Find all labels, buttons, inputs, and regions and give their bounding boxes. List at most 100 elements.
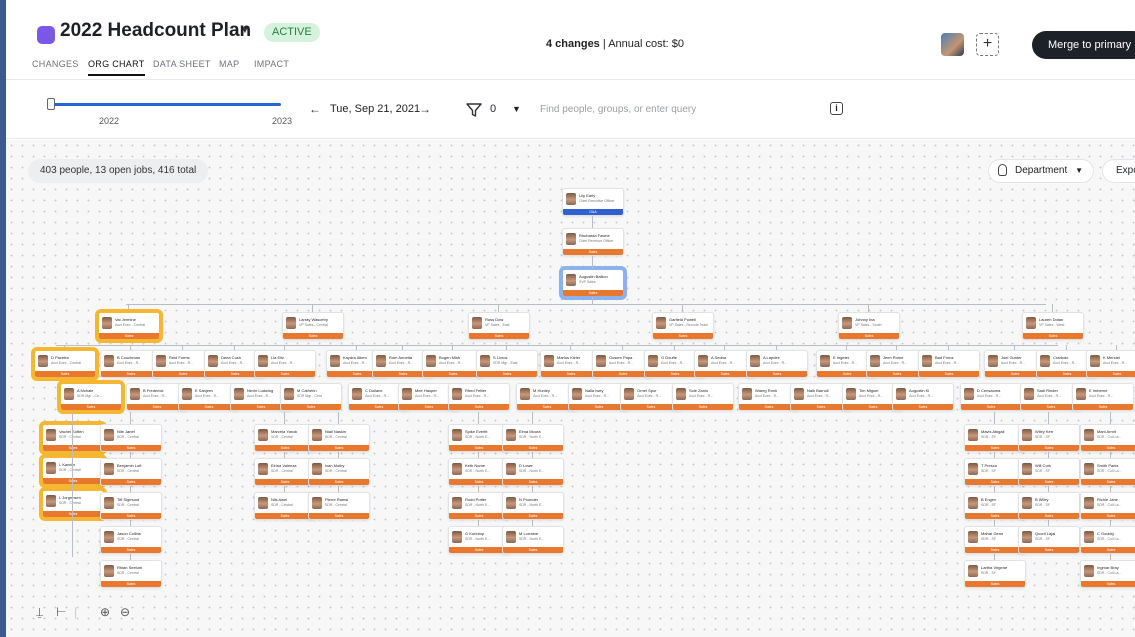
tab-map[interactable]: MAP [219,59,239,69]
person-card[interactable]: Marcela Yanok SDR - Central Sales [254,424,316,452]
person-card[interactable]: Rodd Potter SDR - North E... Sales [448,492,510,520]
person-card[interactable]: Rhian Seelum SDR - Central Sales [100,560,162,588]
person-card[interactable]: Mahar Genn SDR - SF Sales [964,526,1026,554]
person-title: Acct Exec - R... [169,361,194,365]
person-card[interactable]: Smith Parks SDR - Coll La... Sales [1080,458,1135,486]
person-card[interactable]: D Censaoma Acct Exec - R... Sales [960,383,1022,411]
person-card[interactable]: Johnny Ina VP Sales - South Sales [838,312,900,340]
person-card[interactable]: Augustin Ballion SVP Sales Sales [562,269,624,297]
timeline-track[interactable] [53,103,281,106]
person-title: SDR - North E... [465,435,491,439]
person-title: SDR - Central [325,503,347,507]
person-card[interactable]: N Pounder SDR - North E... Sales [502,492,564,520]
person-card[interactable]: Bogen Mish Acct Exec - R... Sales [422,350,484,378]
tab-org-chart[interactable]: ORG CHART [88,59,145,76]
person-card[interactable]: Elrina Valenza SDR - Central Sales [254,458,316,486]
person-name: Rom Annetta [389,355,413,360]
person-card[interactable]: Pierre Ramsi SDR - Central Sales [308,492,370,520]
person-card[interactable]: K Mendel Acct Exec - R... Sales [1086,350,1135,378]
tab-changes[interactable]: CHANGES [32,59,79,69]
person-card[interactable]: Wiley Kerr SDR - SF Sales [1018,424,1080,452]
person-card[interactable]: Val Jermine Acct Exec - Central Sales [98,312,160,340]
app-logo-icon[interactable] [37,26,55,44]
person-card[interactable]: Garfield Powell VP Sales - Remote Team Sal… [652,312,714,340]
person-card[interactable]: T Prescu SDR - SF Sales [964,458,1026,486]
person-photo [208,355,218,367]
export-button[interactable]: Expo [1102,159,1135,183]
person-card[interactable]: Mani Armit SDR - Coll La... Sales [1080,424,1135,452]
collapse-tree-icon[interactable]: ⍊ [36,605,43,620]
person-card[interactable]: Augustin Ki Acct Exec - R... Sales [892,383,954,411]
zoom-out-icon[interactable]: ⊖ [120,605,130,619]
person-card[interactable]: Larray Wascetry VP Sales - Central Sales [282,312,344,340]
person-title: Acct Exec - R... [465,394,490,398]
person-card[interactable]: Elma Moura SDR - North E... Sales [502,424,564,452]
department-bar: Sales [43,511,103,517]
person-card[interactable]: Nils Awel SDR - Central Sales [254,492,316,520]
person-card[interactable]: L KandorSDR - CentralSales [42,457,104,485]
info-icon[interactable]: i [830,102,843,115]
person-card[interactable]: Lartha Virgene SDR - SF Sales [964,560,1026,588]
title-dropdown-icon[interactable]: ▼ [240,25,250,36]
person-card[interactable]: Keth Nome SDR - North E... Sales [448,458,510,486]
person-card[interactable]: Lauren Dotan VP Sales - West Sales [1022,312,1084,340]
prev-date-icon[interactable]: ← [309,102,321,116]
org-chart-canvas[interactable]: 403 people, 13 open jobs, 416 total Depa… [6,140,1135,637]
group-by-department-button[interactable]: Department ▼ [988,159,1094,183]
person-card[interactable]: Quoril Lajai SDR - SF Sales [1018,526,1080,554]
filter-button[interactable]: 0 ▼ [458,98,530,122]
person-card[interactable]: Ivan Molby SDR - Central Sales [308,458,370,486]
person-card[interactable]: Jason Collins SDR - Central Sales [100,526,162,554]
person-card[interactable]: Mavis Abigail SDR - SF Sales [964,424,1026,452]
person-card[interactable]: Rhed Fetter Acct Exec - R... Sales [448,383,510,411]
department-bar: Sales [449,547,509,553]
person-title: Acct Exec - R... [689,394,714,398]
merge-to-primary-button[interactable]: Merge to primary [1032,31,1135,59]
person-title: SDR - Central [117,537,139,541]
next-date-icon[interactable]: → [419,102,431,116]
page-title[interactable]: 2022 Headcount Plan [60,20,251,42]
zoom-in-icon[interactable]: ⊕ [100,605,110,619]
person-card[interactable]: Ingmar Bray SDR - Coll La... Sales [1080,560,1135,588]
person-name: Smith Parks [1097,463,1119,468]
person-card[interactable]: Benjamin Loft SDR - Central Sales [100,458,162,486]
person-card[interactable]: M Lorraine SDR - North E... Sales [502,526,564,554]
person-card[interactable]: Niall Naskin SDR - Central Sales [308,424,370,452]
person-card[interactable]: Nile Janet SDR - Central Sales [100,424,162,452]
timeline-handle[interactable] [47,98,55,110]
person-card[interactable]: A Mchale SDR Mgr - Ce... Sales [60,383,122,411]
person-card[interactable]: Lia Ellz Acct Exec - R... Sales [254,350,316,378]
person-card[interactable]: Lily Early Chief Executive Officer G&A [562,188,624,216]
person-card[interactable]: Bad Frons Acct Exec - R... Sales [918,350,980,378]
person-card[interactable]: Vachel SoftenSDR - CentralSales [42,424,104,452]
expand-tree-icon[interactable]: ⊢ [56,605,66,619]
person-card[interactable]: Tiff Sigmund SDR - Central Sales [100,492,162,520]
person-card[interactable]: D Pacefra Acct Exec - Central Sales [34,350,96,378]
person-name: Sole Zanlo [689,388,709,393]
search-input[interactable]: Find people, groups, or enter query [538,97,820,123]
filter-dropdown-icon[interactable]: ▼ [512,104,521,114]
person-card[interactable]: D Lowe SDR - North E... Sales [502,458,564,486]
person-card[interactable]: Richie Jane SDR - Coll La... Sales [1080,492,1135,520]
person-card[interactable]: S Livros SDR Mgr - East Sales [476,350,538,378]
tab-data-sheet[interactable]: DATA SHEET [153,59,211,69]
avatar[interactable] [941,33,964,56]
person-card[interactable]: Sole Zanlo Acct Exec - R... Sales [672,383,734,411]
person-card[interactable]: A Lapoire Acct Exec - R... Sales [746,350,808,378]
person-card[interactable]: M Catherin SDR Mgr - Cent Sales [280,383,342,411]
person-card[interactable]: E Imberne Acct Exec - R... Sales [1072,383,1134,411]
person-card[interactable]: Ross Dow VP Sales - East Sales [468,312,530,340]
person-card[interactable]: L JorgensenSDR - Central Sales [42,490,104,518]
person-card[interactable]: C Goddry SDR - Coll La... Sales [1080,526,1135,554]
current-date[interactable]: Tue, Sep 21, 2021 [330,103,420,115]
changes-count[interactable]: 4 changes [546,38,600,50]
person-card[interactable]: Spike Everitt SDR - North E... Sales [448,424,510,452]
tab-impact[interactable]: IMPACT [254,59,289,69]
person-card[interactable]: Rhubarda Fawne Chief Revenue Officer Sales [562,228,624,256]
add-collaborator-button[interactable]: + [976,33,999,56]
person-card[interactable]: Will Cork SDR - SF Sales [1018,458,1080,486]
timeline-slider[interactable]: 2022 2023 [43,95,292,126]
person-card[interactable]: B Engen SDR - SF Sales [964,492,1026,520]
person-card[interactable]: B Wiley SDR - SF Sales [1018,492,1080,520]
person-card[interactable]: G Kurlotop SDR - North E... Sales [448,526,510,554]
